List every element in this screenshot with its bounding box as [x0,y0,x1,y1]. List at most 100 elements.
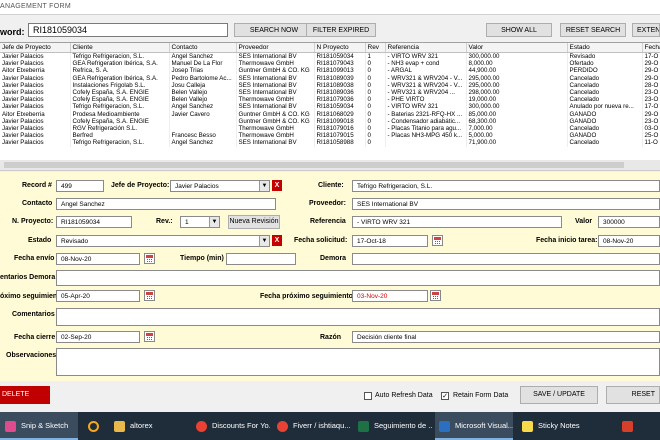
table-cell: Javier Palacios [0,96,71,104]
cliente-field[interactable]: Tefrigo Refrigeracion, S.L. [352,180,660,192]
retain-form-checkbox[interactable]: ✓ [441,392,449,400]
show-all-button[interactable]: SHOW ALL [486,23,552,37]
table-cell: RI181079043 [314,60,366,68]
grid-column-header[interactable]: Jefe de Proyecto [0,43,71,53]
grid-column-header[interactable]: Valor [466,43,568,53]
chevron-down-icon[interactable]: ▼ [259,181,269,191]
table-row[interactable]: Javier Palacios Instalaciones Frigolab S.… [0,81,660,90]
razon-field[interactable]: Decisión cliente final [352,331,660,343]
table-cell: PERDIDO [567,67,643,75]
table-cell: - Baterias 2321-RFQ-HX ... [385,110,467,118]
taskbar-extra-app[interactable] [618,412,658,440]
comentarios-demora-label: entarios Demora [0,274,56,281]
grid-column-header[interactable]: Rev [365,43,386,53]
grid-column-header[interactable]: Contacto [169,43,237,53]
calendar-icon[interactable] [144,290,155,301]
grid-column-header[interactable]: Fecha [642,43,660,53]
taskbar-altorex[interactable]: altorex [110,412,188,440]
chevron-down-icon[interactable]: ▼ [259,236,269,246]
fecha-proximo-field[interactable]: 03-Nov-20 [352,290,428,302]
taskbar-visual-basic[interactable]: Microsoft Visual... [435,412,513,440]
taskbar-snip-sketch[interactable]: Snip & Sketch [0,412,78,440]
table-cell: 23-O [642,89,660,97]
fecha-solicitud-field[interactable]: 17-Oct-18 [352,235,428,247]
estado-select[interactable]: Revisado ▼ [56,235,270,247]
valor-field[interactable]: 300000 [598,216,660,228]
search-input[interactable] [28,23,228,37]
search-now-button[interactable]: SEARCH NOW [234,23,314,37]
table-row[interactable]: Aitor Etxeberria Prodesa Medioambiente Jav… [0,110,660,118]
taskbar-label: Sticky Notes [538,421,580,430]
calendar-icon[interactable] [144,253,155,264]
proximo-seguimiento-field[interactable]: 05-Apr-20 [56,290,140,302]
tiempo-label: Tiempo (min) [180,255,224,262]
table-row[interactable]: Javier Palacios Tefrigo Refrigeracion, S.… [0,103,660,111]
table-row[interactable]: Javier Palacios RGV Refrigeración S.L. The… [0,125,660,133]
table-cell: GEA Refrigeration Ibérica, S.A. [70,74,170,82]
comentarios-demora-field[interactable] [56,270,660,286]
table-cell: - PHE VIRTO [385,96,467,104]
chevron-down-icon[interactable]: ▼ [209,217,219,227]
taskbar-excel[interactable]: Seguimiento de ... [354,412,432,440]
record-number-field[interactable]: 499 [56,180,104,192]
comentarios-label: Comentarios [12,311,55,318]
table-cell: 0 [365,117,386,126]
referencia-field[interactable]: - VIRTO WRV 321 [352,216,562,228]
table-row[interactable]: Aitor Etxeberria Refrica, S. A. Josep Tria… [0,67,660,75]
table-cell: RGV Refrigeración S.L. [70,125,170,133]
reset-button[interactable]: RESET [606,386,660,404]
taskbar-chrome-fiverr[interactable]: Fiverr / ishtiaqu... [273,412,351,440]
grid-column-header[interactable]: N Proyecto [314,43,366,53]
calendar-icon[interactable] [432,235,443,246]
table-row[interactable]: Javier Palacios Cofely España, S.A. ENGIE… [0,89,660,97]
filter-expired-button[interactable]: FILTER EXPIRED [306,23,376,37]
fecha-envio-field[interactable]: 08-Nov-20 [56,253,140,265]
table-cell: - ARGAL [385,67,467,75]
record-form: Record # 499 Jefe de Proyecto: Javier Pa… [0,172,660,381]
table-row[interactable]: Javier Palacios Cofely España, S.A. ENGIE… [0,117,660,126]
nueva-revision-button[interactable]: Nueva Revisión [228,215,280,229]
tiempo-field[interactable] [226,253,296,265]
auto-refresh-checkbox[interactable] [364,392,372,400]
taskbar-chrome-discounts[interactable]: Discounts For Yo... [192,412,270,440]
grid-column-header[interactable]: Referencia [385,43,467,53]
calendar-icon[interactable] [144,331,155,342]
clear-estado-button[interactable]: X [272,235,282,246]
jefe-proyecto-select[interactable]: Javier Palacios ▼ [170,180,270,192]
table-cell: 03-O [642,125,660,133]
table-cell: Cancelado [567,139,643,147]
comentarios-field[interactable] [56,308,660,326]
table-row[interactable]: Javier Palacios Berfred Francesc Besso Ther… [0,132,660,140]
n-proyecto-field[interactable]: RI181059034 [56,216,132,228]
proveedor-field[interactable]: SES International BV [352,198,660,210]
table-cell: 23-O [642,96,660,104]
grid-horizontal-scrollbar[interactable] [0,160,660,171]
observaciones-field[interactable] [56,348,660,376]
fecha-cierre-field[interactable]: 02-Sep-20 [56,331,140,343]
table-row[interactable]: Javier Palacios Tefrigo Refrigeracion, S.… [0,52,660,61]
extend-button[interactable]: EXTEND [632,23,660,37]
table-row[interactable]: Javier Palacios Tefrigo Refrigeracion, S.… [0,139,660,147]
table-row[interactable]: Javier Palacios GEA Refrigeration Ibérica… [0,60,660,68]
delete-button[interactable]: DELETE [0,386,50,404]
grid-column-header[interactable]: Proveedor [236,43,315,53]
table-cell: Josep Trias [169,67,237,75]
grid-column-header[interactable]: Cliente [70,43,170,53]
calendar-icon[interactable] [430,290,441,301]
results-grid[interactable]: Jefe de Proyecto Cliente Contacto Proveedor… [0,42,660,162]
table-row[interactable]: Javier Palacios GEA Refrigeration Ibérica… [0,74,660,82]
visual-basic-icon [439,420,450,432]
taskbar-search[interactable] [80,412,106,440]
demora-field[interactable] [352,253,660,265]
table-cell: 0 [365,67,386,75]
grid-column-header[interactable]: Estado [567,43,643,53]
taskbar-sticky-notes[interactable]: Sticky Notes [516,412,596,440]
save-update-button[interactable]: SAVE / UPDATE [520,386,598,404]
clear-jefe-button[interactable]: X [272,180,282,191]
rev-select[interactable]: 1 ▼ [180,216,220,228]
reset-search-button[interactable]: RESET SEARCH [560,23,626,37]
table-row[interactable]: Javier Palacios Cofely España, S.A. ENGIE… [0,96,660,104]
fecha-inicio-field[interactable]: 08-Nov-20 [598,235,660,247]
contacto-field[interactable]: Angel Sanchez [56,198,276,210]
scrollbar-thumb[interactable] [4,162,624,168]
